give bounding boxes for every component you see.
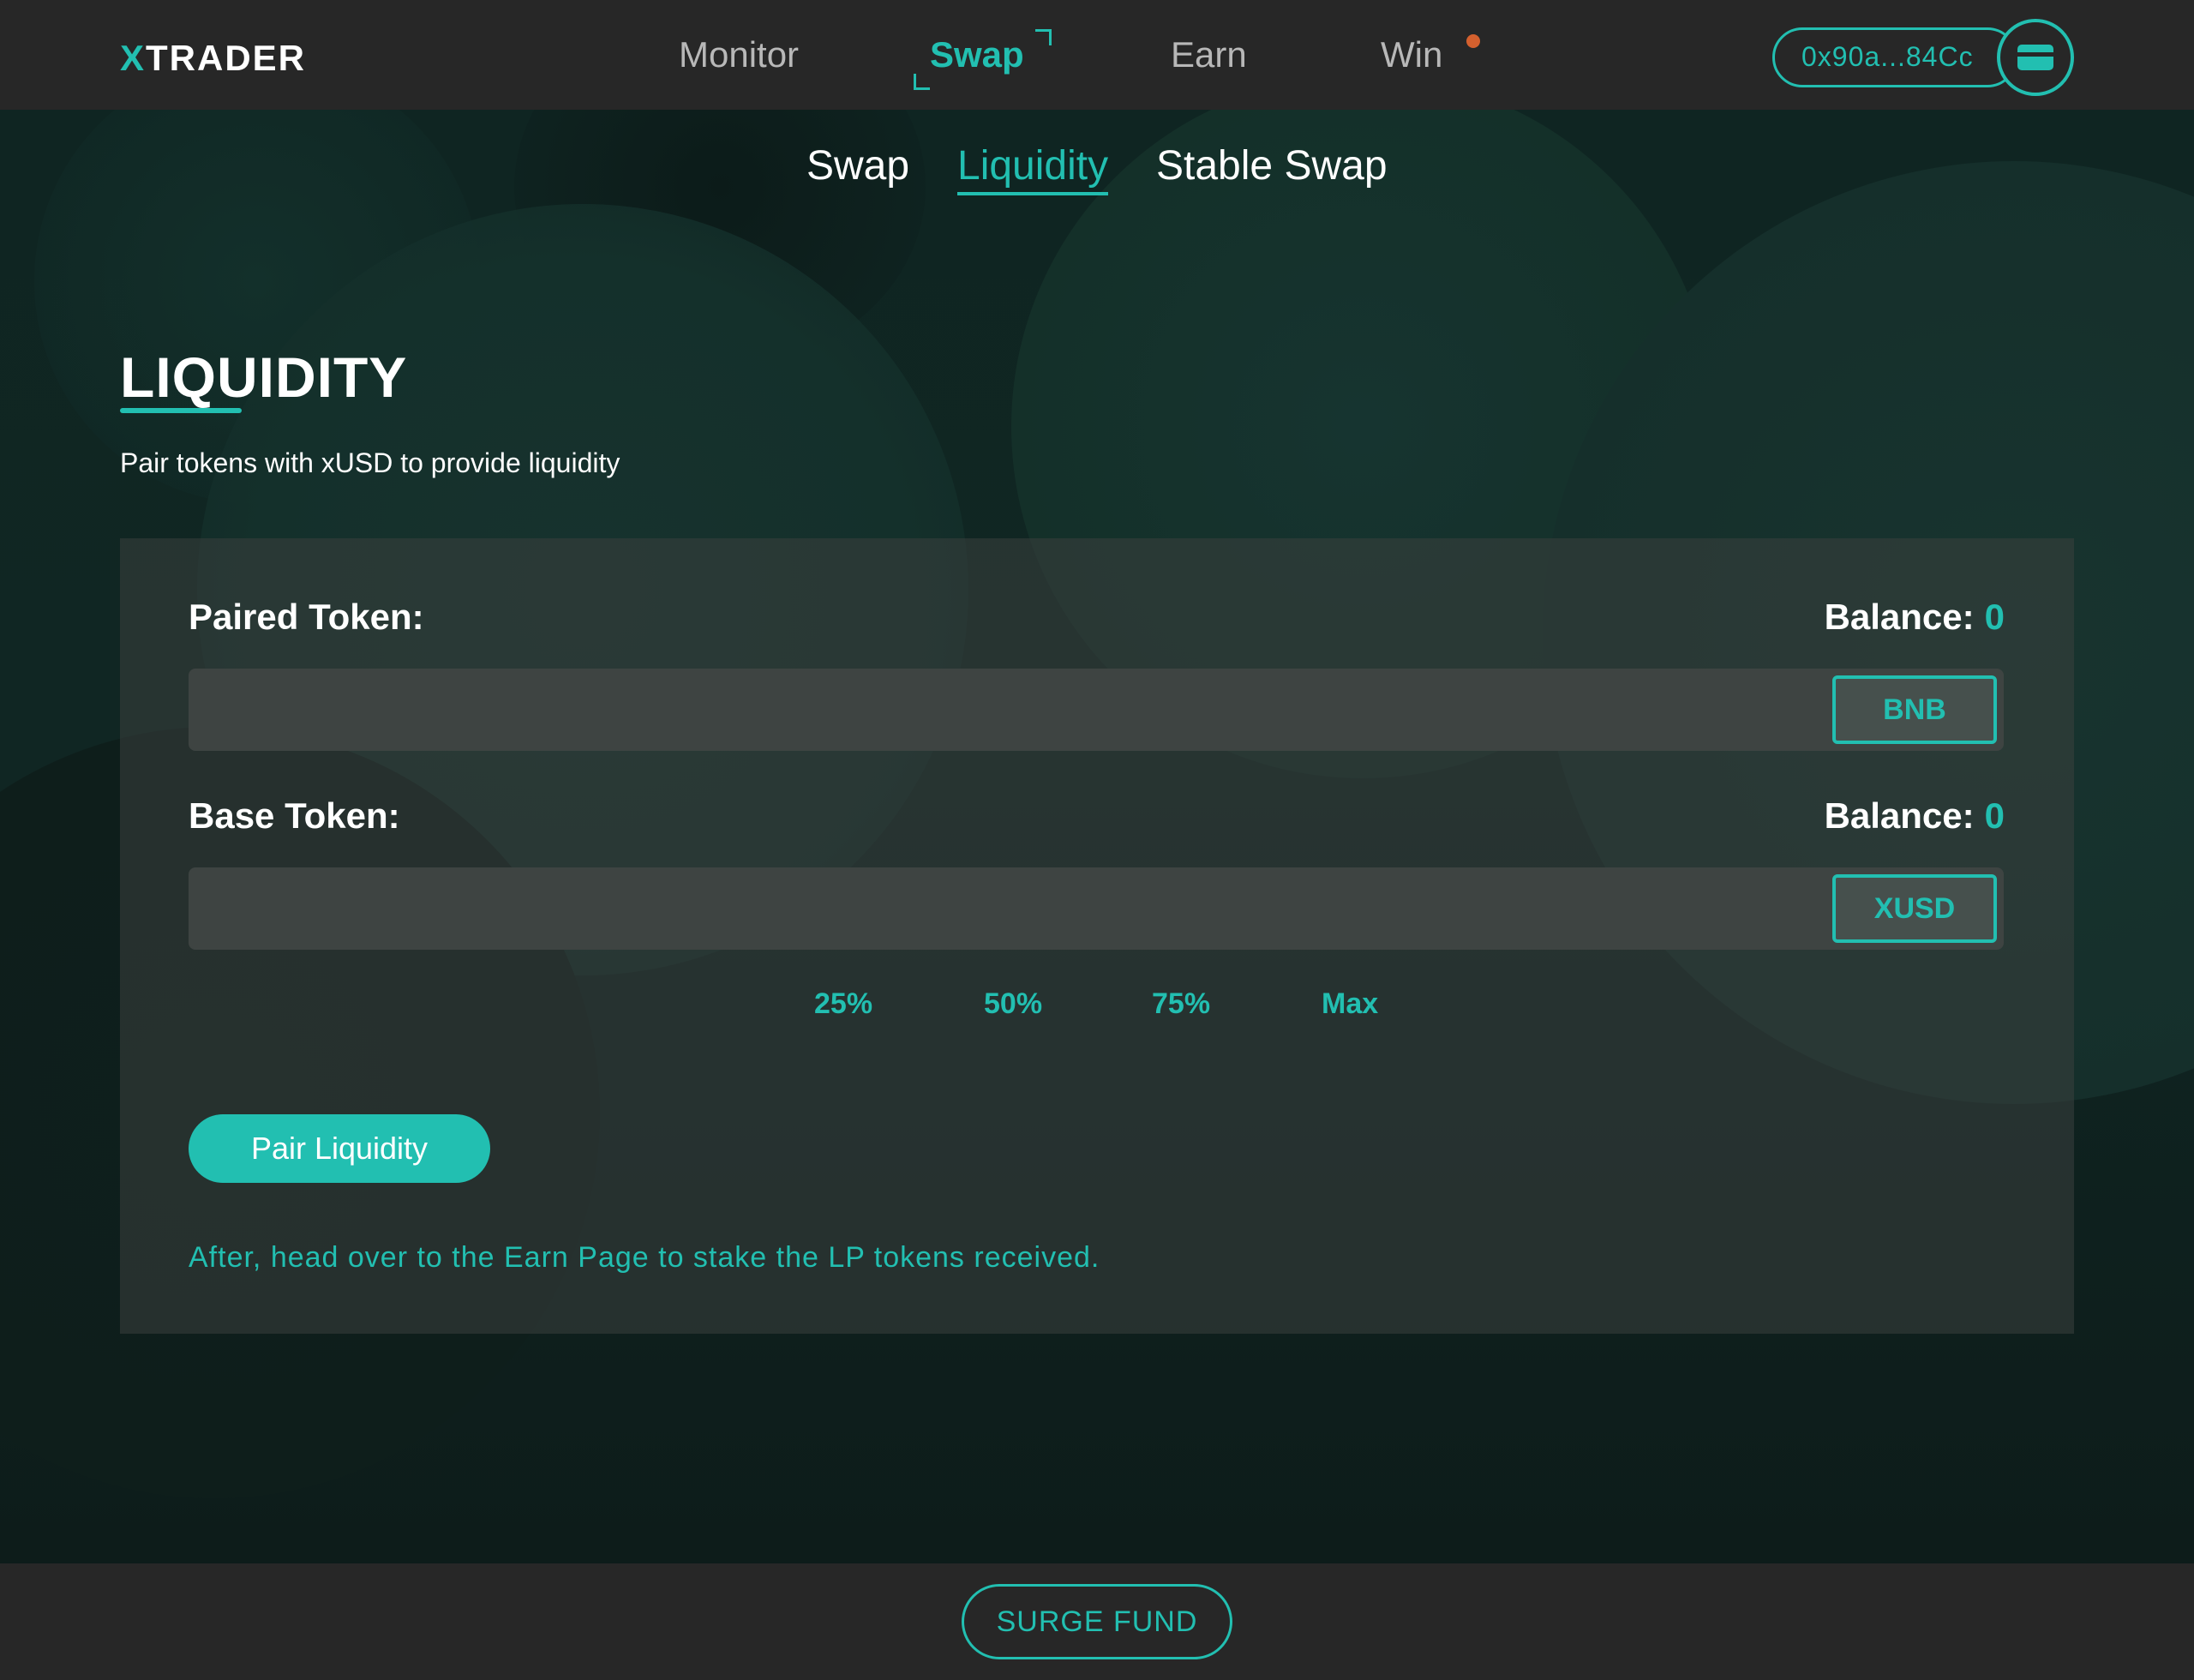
tab-active-underline — [957, 192, 1108, 195]
base-amount-input[interactable] — [206, 876, 1837, 943]
paired-balance-value: 0 — [1984, 597, 2005, 637]
tab-stable-swap[interactable]: Stable Swap — [1156, 142, 1388, 189]
title-underline — [120, 408, 242, 413]
wallet-card-icon[interactable] — [1997, 19, 2074, 96]
percent-75-button[interactable]: 75% — [1152, 987, 1210, 1021]
base-token-field: XUSD — [189, 867, 2004, 950]
nav-win[interactable]: Win — [1381, 34, 1442, 75]
paired-token-field: BNB — [189, 669, 2004, 751]
nav-monitor[interactable]: Monitor — [679, 34, 799, 75]
logo[interactable]: XTRADER — [120, 38, 306, 79]
active-bracket-icon — [1035, 29, 1052, 45]
notification-dot-icon — [1466, 34, 1480, 48]
page-title: LIQUIDITY — [120, 345, 408, 409]
nav-earn[interactable]: Earn — [1171, 34, 1247, 75]
tab-swap[interactable]: Swap — [806, 142, 909, 189]
surge-fund-button[interactable]: SURGE FUND — [962, 1584, 1232, 1659]
active-bracket-icon — [914, 74, 930, 90]
pair-liquidity-button[interactable]: Pair Liquidity — [189, 1114, 490, 1183]
base-token-label: Base Token: — [189, 795, 400, 836]
base-balance: Balance: 0 — [1824, 795, 2005, 836]
paired-token-label: Paired Token: — [189, 597, 424, 637]
page-subtitle: Pair tokens with xUSD to provide liquidi… — [120, 447, 620, 478]
base-balance-value: 0 — [1984, 795, 2005, 836]
wallet-address[interactable]: 0x90a...84Cc — [1801, 41, 1974, 73]
paired-balance: Balance: 0 — [1824, 597, 2005, 637]
percent-max-button[interactable]: Max — [1322, 987, 1378, 1021]
tab-liquidity[interactable]: Liquidity — [957, 142, 1108, 189]
percent-25-button[interactable]: 25% — [814, 987, 872, 1021]
paired-amount-input[interactable] — [206, 677, 1837, 744]
nav-swap[interactable]: Swap — [930, 34, 1024, 75]
earn-note: After, head over to the Earn Page to sta… — [189, 1241, 1100, 1274]
base-token-select-button[interactable]: XUSD — [1832, 874, 1997, 943]
paired-token-select-button[interactable]: BNB — [1832, 675, 1997, 744]
percent-50-button[interactable]: 50% — [984, 987, 1042, 1021]
